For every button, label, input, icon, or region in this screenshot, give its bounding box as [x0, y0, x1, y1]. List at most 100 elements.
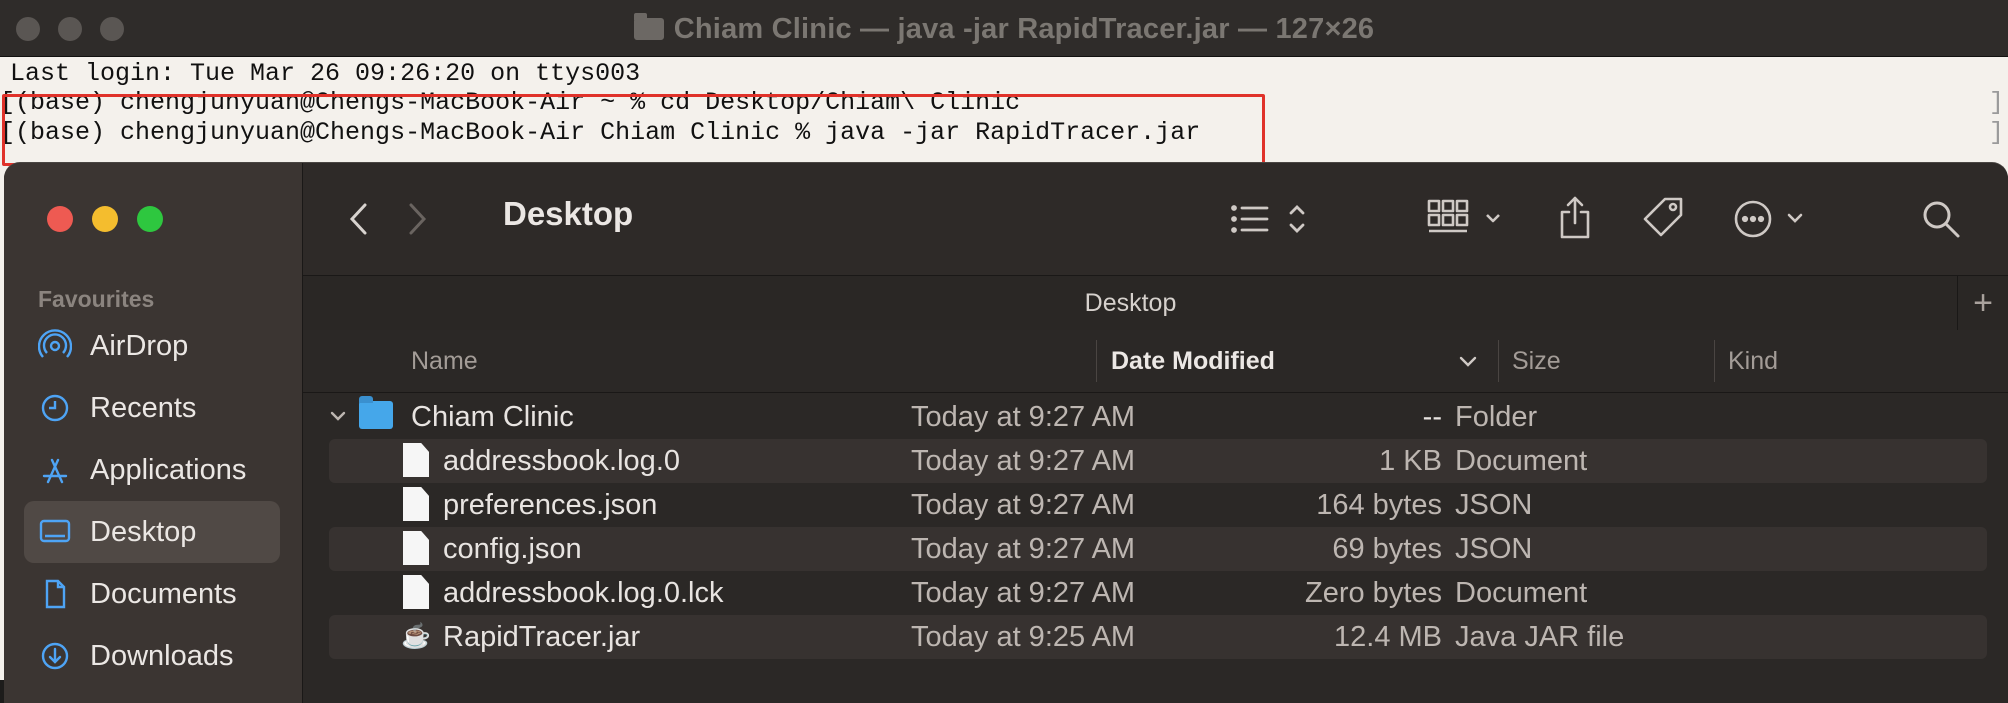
finder-minimize-button[interactable] [92, 206, 118, 232]
finder-toolbar: Desktop [303, 163, 2008, 275]
file-icon [403, 575, 429, 609]
command-highlight-box [2, 94, 1265, 166]
action-button[interactable] [1733, 197, 1815, 241]
file-date: Today at 9:27 AM [911, 577, 1136, 609]
file-kind: Document [1455, 445, 1588, 477]
file-name: addressbook.log.0.lck [443, 577, 724, 609]
terminal-title: Chiam Clinic — java -jar RapidTracer.jar… [0, 13, 2008, 46]
finder-zoom-button[interactable] [137, 206, 163, 232]
file-name: RapidTracer.jar [443, 621, 641, 653]
new-tab-button[interactable]: + [1957, 276, 2008, 330]
finder-close-button[interactable] [47, 206, 73, 232]
forward-button[interactable] [403, 199, 433, 239]
folder-icon [359, 396, 393, 429]
sidebar-item-applications[interactable]: Applications [24, 439, 280, 501]
file-date: Today at 9:27 AM [911, 445, 1136, 477]
sidebar-item-label: AirDrop [90, 329, 189, 362]
finder-sidebar: Favourites AirDrop Recents Applications … [4, 163, 303, 703]
file-row-folder[interactable]: Chiam Clinic Today at 9:27 AM -- Folder [329, 395, 1987, 439]
desktop-icon [38, 515, 72, 549]
folder-icon [633, 13, 664, 40]
column-divider[interactable] [1096, 340, 1097, 382]
file-kind: Java JAR file [1455, 621, 1625, 653]
airdrop-icon [38, 329, 72, 363]
window-title: Desktop [503, 195, 634, 232]
terminal-title-text: Chiam Clinic — java -jar RapidTracer.jar… [673, 13, 1375, 45]
clock-icon [38, 391, 72, 425]
search-icon [1923, 201, 1960, 238]
finder-window: Favourites AirDrop Recents Applications … [4, 163, 2008, 703]
share-icon [1560, 196, 1590, 239]
column-size[interactable]: Size [1512, 347, 1561, 376]
sidebar-item-documents[interactable]: Documents [24, 563, 280, 625]
sidebar-item-recents[interactable]: Recents [24, 377, 280, 439]
chevron-left-icon [349, 203, 367, 235]
file-name: preferences.json [443, 489, 658, 521]
sidebar-item-label: Recents [90, 391, 197, 424]
file-kind: JSON [1455, 489, 1533, 521]
file-date: Today at 9:27 AM [911, 489, 1136, 521]
java-cup-icon: ☕ [401, 622, 431, 650]
chevron-right-icon [409, 203, 427, 235]
sidebar-item-desktop[interactable]: Desktop [24, 501, 280, 563]
sidebar-item-label: Downloads [90, 639, 234, 672]
file-size: -- [1422, 401, 1442, 433]
sidebar-item-airdrop[interactable]: AirDrop [24, 315, 280, 377]
file-name: Chiam Clinic [411, 401, 574, 433]
file-icon [403, 487, 429, 521]
file-row[interactable]: ☕ RapidTracer.jar Today at 9:25 AM 12.4 … [329, 615, 1987, 659]
file-icon [403, 443, 429, 477]
column-header: Name Date Modified Size Kind [303, 330, 2008, 393]
more-icon [1734, 200, 1803, 238]
finder-window-controls [47, 206, 163, 232]
list-view-icon [1231, 205, 1305, 233]
grid-icon [1427, 199, 1500, 233]
file-size: 164 bytes [1316, 489, 1442, 521]
file-row[interactable]: preferences.json Today at 9:27 AM 164 by… [329, 483, 1987, 527]
file-row[interactable]: config.json Today at 9:27 AM 69 bytes JS… [329, 527, 1987, 571]
search-button[interactable] [1919, 197, 1963, 241]
disclosure-triangle-icon[interactable] [329, 407, 347, 425]
applications-icon [38, 453, 72, 487]
file-icon [403, 531, 429, 565]
document-icon [38, 577, 72, 611]
terminal-titlebar: Chiam Clinic — java -jar RapidTracer.jar… [0, 0, 2008, 57]
terminal-line-marker: ] [1988, 88, 2004, 117]
terminal-line: Last login: Tue Mar 26 09:26:20 on ttys0… [10, 59, 641, 88]
column-date-modified[interactable]: Date Modified [1111, 347, 1275, 376]
file-row[interactable]: addressbook.log.0.lck Today at 9:27 AM Z… [329, 571, 1987, 615]
file-kind: Folder [1455, 401, 1538, 433]
sidebar-section-favourites: Favourites [38, 286, 155, 312]
tab-bar: Desktop + [303, 275, 2008, 331]
download-icon [38, 639, 72, 673]
file-row[interactable]: addressbook.log.0 Today at 9:27 AM 1 KB … [329, 439, 1987, 483]
sidebar-item-label: Desktop [90, 515, 197, 548]
share-button[interactable] [1555, 193, 1595, 243]
column-divider[interactable] [1498, 340, 1499, 382]
file-size: Zero bytes [1305, 577, 1442, 609]
tags-button[interactable] [1641, 195, 1685, 239]
terminal-line-marker: ] [1988, 118, 2004, 147]
tab-desktop[interactable]: Desktop [303, 289, 1958, 318]
column-name[interactable]: Name [411, 347, 478, 376]
column-kind[interactable]: Kind [1728, 347, 1778, 376]
file-date: Today at 9:25 AM [911, 621, 1136, 653]
file-date: Today at 9:27 AM [911, 533, 1136, 565]
back-button[interactable] [343, 199, 373, 239]
view-options-button[interactable] [1229, 199, 1315, 239]
group-button[interactable] [1425, 197, 1507, 241]
file-size: 1 KB [1379, 445, 1442, 477]
file-kind: JSON [1455, 533, 1533, 565]
file-name: config.json [443, 533, 582, 565]
file-size: 12.4 MB [1334, 621, 1442, 653]
tag-icon [1643, 197, 1683, 237]
file-kind: Document [1455, 577, 1588, 609]
sidebar-item-downloads[interactable]: Downloads [24, 625, 280, 687]
sort-chevron-icon [1459, 356, 1477, 367]
sidebar-item-label: Applications [90, 453, 247, 486]
file-date: Today at 9:27 AM [911, 401, 1136, 433]
column-divider[interactable] [1714, 340, 1715, 382]
file-name: addressbook.log.0 [443, 445, 680, 477]
file-size: 69 bytes [1332, 533, 1442, 565]
sidebar-item-label: Documents [90, 577, 237, 610]
